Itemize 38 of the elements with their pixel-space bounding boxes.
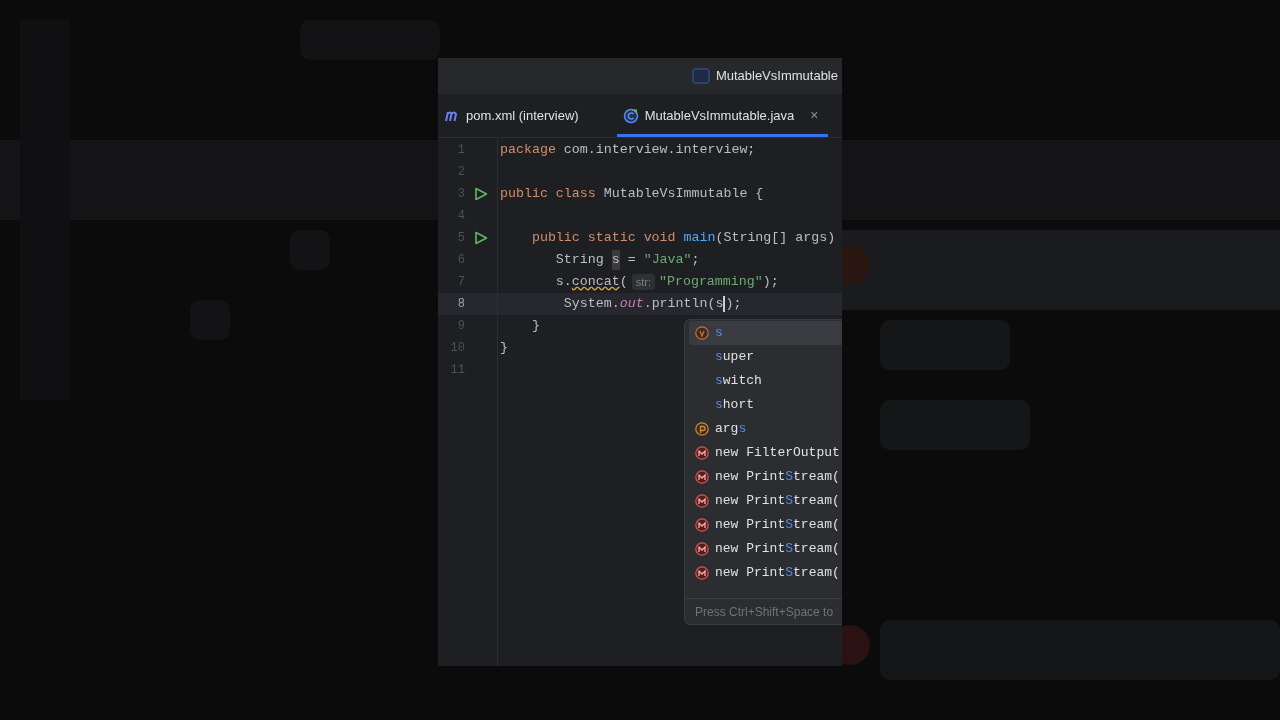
completion-item[interactable]: new FilterOutput	[689, 441, 842, 465]
editor-tab[interactable]: pom.xml (interview)	[438, 97, 585, 137]
completion-item[interactable]: super	[689, 345, 842, 369]
code-line: s.concat( str: "Programming");	[554, 272, 779, 292]
method-icon	[695, 542, 709, 556]
method-icon	[695, 470, 709, 484]
window-icon	[691, 68, 710, 84]
code-line: String s = "Java";	[554, 250, 700, 270]
completion-item[interactable]: short	[689, 393, 842, 417]
completion-item[interactable]: s	[689, 321, 842, 345]
code-line: System.out.println(s);	[562, 295, 742, 314]
editor-tab[interactable]: MutableVsImmutable.java ×	[616, 97, 829, 137]
code-line: public class MutableVsImmutable {	[500, 185, 764, 204]
close-icon[interactable]: ×	[810, 105, 819, 126]
completion-hint: Press Ctrl+Shift+Space to	[685, 598, 842, 624]
line-number: 8	[456, 296, 465, 313]
code-line: public static void main(String[] args)	[530, 229, 836, 248]
method-icon	[695, 566, 709, 580]
method-icon	[695, 518, 709, 532]
completion-item[interactable]: switch	[689, 369, 842, 393]
code-line: }	[530, 317, 540, 336]
run-icon[interactable]	[474, 187, 488, 201]
class-icon	[622, 107, 639, 124]
file-icon	[444, 109, 460, 122]
window-title: MutableVsImmutable	[715, 67, 838, 86]
completion-item[interactable]: new PrintStream(	[689, 489, 842, 513]
completion-item[interactable]: new PrintStream(	[689, 537, 842, 561]
variable-icon	[695, 326, 709, 340]
code-line: package com.interview.interview;	[500, 141, 756, 160]
parameter-icon	[695, 422, 709, 436]
completion-item[interactable]: new PrintStream(	[689, 465, 842, 489]
completion-item[interactable]: args	[689, 417, 842, 441]
completion-item[interactable]: new PrintStream(	[689, 561, 842, 585]
method-icon	[695, 446, 709, 460]
run-icon[interactable]	[474, 231, 488, 245]
code-line: }	[500, 339, 508, 358]
method-icon	[695, 494, 709, 508]
completion-item[interactable]: new PrintStream(	[689, 513, 842, 537]
